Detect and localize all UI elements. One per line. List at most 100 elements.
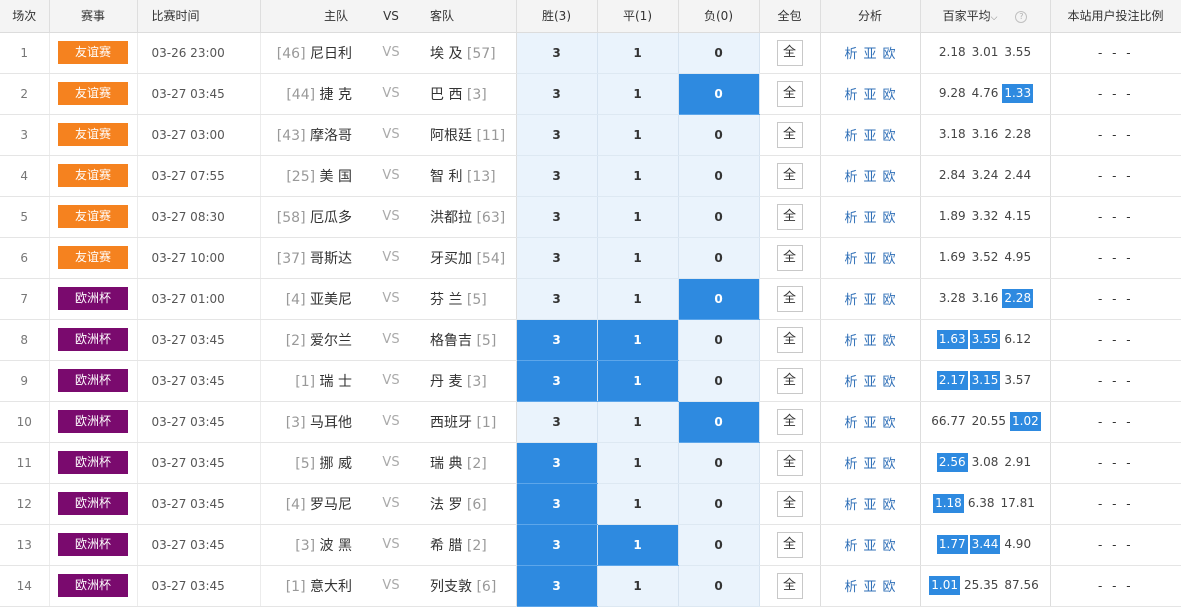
pick-lose[interactable]: 0 [678, 360, 760, 402]
euro-odds-link[interactable]: 欧 [883, 88, 896, 103]
pick-win[interactable]: 3 [516, 524, 598, 566]
home-team-name[interactable]: 爱尔兰 [310, 333, 352, 349]
analysis-link[interactable]: 析 [844, 334, 857, 349]
analysis-link[interactable]: 析 [844, 170, 857, 185]
away-team-name[interactable]: 法 罗 [430, 497, 462, 513]
event-badge[interactable]: 欧洲杯 [58, 410, 128, 433]
select-all-button[interactable]: 全 [776, 121, 803, 148]
event-badge[interactable]: 友谊赛 [58, 205, 128, 228]
euro-odds-link[interactable]: 欧 [883, 252, 896, 267]
analysis-link[interactable]: 析 [844, 375, 857, 390]
home-team-name[interactable]: 马耳他 [310, 415, 352, 431]
away-team-name[interactable]: 希 腊 [430, 538, 462, 554]
select-all-button[interactable]: 全 [776, 80, 803, 107]
away-team-name[interactable]: 芬 兰 [430, 292, 462, 308]
event-badge[interactable]: 友谊赛 [58, 123, 128, 146]
event-badge[interactable]: 欧洲杯 [58, 574, 128, 597]
home-team-name[interactable]: 美 国 [320, 169, 352, 185]
analysis-link[interactable]: 析 [844, 129, 857, 144]
select-all-button[interactable]: 全 [776, 285, 803, 312]
asian-odds-link[interactable]: 亚 [863, 457, 876, 472]
asian-odds-link[interactable]: 亚 [863, 47, 876, 62]
home-team-name[interactable]: 意大利 [310, 579, 352, 595]
select-all-button[interactable]: 全 [776, 244, 803, 271]
pick-win[interactable]: 3 [516, 73, 598, 115]
help-icon[interactable]: ? [1015, 10, 1028, 23]
euro-odds-link[interactable]: 欧 [883, 580, 896, 595]
home-team-name[interactable]: 哥斯达 [310, 251, 352, 267]
euro-odds-link[interactable]: 欧 [883, 129, 896, 144]
away-team-name[interactable]: 洪都拉 [430, 210, 472, 226]
home-team-name[interactable]: 厄瓜多 [310, 210, 352, 226]
analysis-link[interactable]: 析 [844, 498, 857, 513]
analysis-link[interactable]: 析 [844, 457, 857, 472]
pick-lose[interactable]: 0 [678, 565, 760, 607]
away-team-name[interactable]: 牙买加 [430, 251, 472, 267]
event-badge[interactable]: 欧洲杯 [58, 492, 128, 515]
euro-odds-link[interactable]: 欧 [883, 498, 896, 513]
asian-odds-link[interactable]: 亚 [863, 416, 876, 431]
pick-draw[interactable]: 1 [597, 401, 679, 443]
euro-odds-link[interactable]: 欧 [883, 457, 896, 472]
asian-odds-link[interactable]: 亚 [863, 129, 876, 144]
analysis-link[interactable]: 析 [844, 211, 857, 226]
pick-lose[interactable]: 0 [678, 524, 760, 566]
home-team-name[interactable]: 摩洛哥 [310, 128, 352, 144]
pick-win[interactable]: 3 [516, 155, 598, 197]
pick-draw[interactable]: 1 [597, 32, 679, 74]
home-team-name[interactable]: 亚美尼 [310, 292, 352, 308]
away-team-name[interactable]: 巴 西 [430, 87, 462, 103]
euro-odds-link[interactable]: 欧 [883, 293, 896, 308]
home-team-name[interactable]: 瑞 士 [320, 374, 352, 390]
event-badge[interactable]: 欧洲杯 [58, 328, 128, 351]
event-badge[interactable]: 友谊赛 [58, 82, 128, 105]
analysis-link[interactable]: 析 [844, 47, 857, 62]
analysis-link[interactable]: 析 [844, 539, 857, 554]
pick-draw[interactable]: 1 [597, 237, 679, 279]
select-all-button[interactable]: 全 [776, 162, 803, 189]
euro-odds-link[interactable]: 欧 [883, 211, 896, 226]
pick-lose[interactable]: 0 [678, 237, 760, 279]
event-badge[interactable]: 欧洲杯 [58, 533, 128, 556]
pick-draw[interactable]: 1 [597, 73, 679, 115]
asian-odds-link[interactable]: 亚 [863, 498, 876, 513]
pick-win[interactable]: 3 [516, 319, 598, 361]
pick-draw[interactable]: 1 [597, 155, 679, 197]
asian-odds-link[interactable]: 亚 [863, 293, 876, 308]
select-all-button[interactable]: 全 [776, 408, 803, 435]
euro-odds-link[interactable]: 欧 [883, 170, 896, 185]
asian-odds-link[interactable]: 亚 [863, 375, 876, 390]
analysis-link[interactable]: 析 [844, 580, 857, 595]
pick-win[interactable]: 3 [516, 278, 598, 320]
pick-draw[interactable]: 1 [597, 360, 679, 402]
pick-draw[interactable]: 1 [597, 524, 679, 566]
asian-odds-link[interactable]: 亚 [863, 580, 876, 595]
home-team-name[interactable]: 挪 威 [320, 456, 352, 472]
pick-win[interactable]: 3 [516, 360, 598, 402]
away-team-name[interactable]: 列支敦 [430, 579, 472, 595]
pick-win[interactable]: 3 [516, 401, 598, 443]
pick-win[interactable]: 3 [516, 114, 598, 156]
select-all-button[interactable]: 全 [776, 490, 803, 517]
away-team-name[interactable]: 瑞 典 [430, 456, 462, 472]
pick-draw[interactable]: 1 [597, 196, 679, 238]
pick-lose[interactable]: 0 [678, 196, 760, 238]
event-badge[interactable]: 欧洲杯 [58, 369, 128, 392]
asian-odds-link[interactable]: 亚 [863, 211, 876, 226]
pick-lose[interactable]: 0 [678, 319, 760, 361]
euro-odds-link[interactable]: 欧 [883, 539, 896, 554]
pick-win[interactable]: 3 [516, 483, 598, 525]
euro-odds-link[interactable]: 欧 [883, 334, 896, 349]
event-badge[interactable]: 友谊赛 [58, 164, 128, 187]
event-badge[interactable]: 友谊赛 [58, 246, 128, 269]
pick-draw[interactable]: 1 [597, 319, 679, 361]
event-badge[interactable]: 友谊赛 [58, 41, 128, 64]
home-team-name[interactable]: 波 黑 [320, 538, 352, 554]
select-all-button[interactable]: 全 [776, 449, 803, 476]
pick-draw[interactable]: 1 [597, 442, 679, 484]
pick-draw[interactable]: 1 [597, 565, 679, 607]
analysis-link[interactable]: 析 [844, 252, 857, 267]
away-team-name[interactable]: 埃 及 [430, 46, 462, 62]
home-team-name[interactable]: 捷 克 [320, 87, 352, 103]
header-avg-odds[interactable]: 百家平均⌵? [920, 0, 1051, 33]
